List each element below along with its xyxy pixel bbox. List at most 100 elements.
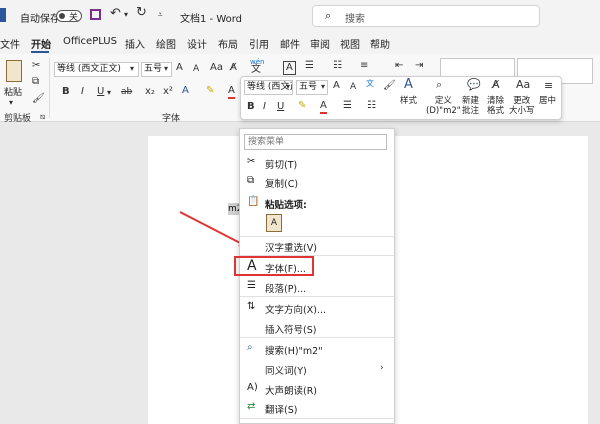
mini-font-size-dropdown-icon[interactable]: ▾ [321,81,325,93]
customize-quick-access-icon[interactable]: ⩡ [158,9,163,21]
word-logo-icon [0,8,6,22]
menu-item-cut[interactable]: 剪切(T) [265,157,297,171]
undo-icon[interactable]: ↶ [110,7,121,20]
mini-new-comment-icon[interactable]: 💬 [467,79,481,91]
underline-dropdown-icon[interactable]: ▾ [107,87,111,99]
mini-center-icon[interactable]: ≡ [544,80,553,92]
mini-bold-button[interactable]: B [247,101,255,113]
italic-button[interactable]: I [81,86,84,98]
bold-button[interactable]: B [62,86,70,98]
mini-styles-label[interactable]: 样式 [400,96,417,106]
font-name-dropdown-icon[interactable]: ▾ [130,63,134,75]
increase-indent-icon[interactable]: ⇥ [415,60,423,72]
phonetic-guide-char[interactable]: 文 [251,64,261,76]
chevron-right-icon: › [380,363,384,373]
paste-dropdown-icon[interactable]: ▾ [9,97,13,109]
menu-item-paragraph[interactable]: 段落(P)... [265,281,306,295]
menu-item-synonyms[interactable]: 同义词(Y) [265,363,307,377]
autosave-state: 关 [69,13,79,23]
redo-icon[interactable]: ↻ [136,6,147,19]
tab-view[interactable]: 视图 [340,36,360,51]
menu-separator [240,337,394,338]
numbering-icon[interactable]: ☷ [333,60,342,72]
superscript-button[interactable]: x² [163,86,173,98]
mini-clear-format-label[interactable]: 清除 格式 [487,96,504,116]
menu-item-search[interactable]: 搜索(H)"m2" [265,343,323,357]
mini-clear-format-icon[interactable]: A̸ [492,79,500,91]
tab-home[interactable]: 开始 [31,36,51,51]
mini-shrink-font-icon[interactable]: A [350,81,356,93]
change-case-icon[interactable]: Aa [210,62,223,74]
tab-file[interactable]: 文件 [0,36,20,51]
ribbon-divider [49,58,50,118]
underline-button[interactable]: U [97,86,104,98]
translate-icon: ⇄ [247,401,256,412]
mini-grow-font-icon[interactable]: A [333,80,340,92]
tab-review[interactable]: 审阅 [310,36,330,51]
tab-insert[interactable]: 插入 [125,36,145,51]
mini-change-case-label[interactable]: 更改 大小写 [509,96,535,116]
mini-new-comment-label[interactable]: 新建 批注 [462,96,479,116]
annotation-highlight-box [234,256,314,276]
mini-bullets-icon[interactable]: ☰ [343,100,352,112]
font-size-dropdown-icon[interactable]: ▾ [164,63,168,75]
mini-format-painter-icon[interactable]: 🖌 [383,80,396,92]
cut-icon[interactable]: ✂ [32,60,40,72]
tab-references[interactable]: 引用 [249,36,269,51]
mini-define-icon[interactable]: ⌕ [436,79,442,91]
menu-search-input[interactable]: 搜索菜单 [244,134,387,150]
bullets-icon[interactable]: ☰ [305,60,314,72]
grow-font-icon[interactable]: A [176,62,183,74]
font-name-combo[interactable]: 等线 (西文正文) [54,62,139,77]
text-effects-icon[interactable]: A [182,85,189,97]
strikethrough-button[interactable]: ab [121,86,132,98]
search-box[interactable]: ⌕ 搜索 [312,5,540,27]
mini-center-label[interactable]: 居中 [539,96,556,106]
highlight-color-icon[interactable]: ✎ [206,85,214,97]
mini-font-name-dropdown-icon[interactable]: ▾ [286,81,290,93]
mini-styles-icon[interactable]: A [404,78,413,91]
font-color-icon[interactable]: A [228,85,235,99]
menu-item-translate[interactable]: 翻译(S) [265,402,297,416]
active-tab-indicator [31,51,49,53]
multilevel-list-icon[interactable]: ≡ [360,60,368,72]
tab-draw[interactable]: 绘图 [156,36,176,51]
tab-layout[interactable]: 布局 [218,36,238,51]
copy-icon[interactable]: ⧉ [32,76,39,88]
mini-font-color-icon[interactable]: A [320,100,327,114]
read-aloud-icon: A) [247,382,258,393]
copy-icon: ⧉ [247,175,255,186]
menu-item-hanzi-reselect[interactable]: 汉字重选(V) [265,240,317,254]
cut-icon: ✂ [247,156,256,167]
format-painter-icon[interactable]: 🖌 [32,93,45,105]
document-title: 文档1 - Word [180,14,243,25]
mini-numbering-icon[interactable]: ☷ [367,100,376,112]
tab-design[interactable]: 设计 [187,36,207,51]
clear-formatting-icon[interactable]: A̸ [230,62,237,74]
undo-dropdown-icon[interactable]: ▾ [124,9,128,21]
tab-mailings[interactable]: 邮件 [280,36,300,51]
mini-define-label[interactable]: 定义 (D)"m2" [426,96,461,116]
shrink-font-icon[interactable]: A [193,63,199,75]
tab-officeplus[interactable]: OfficePLUS [63,36,117,47]
mini-highlight-icon[interactable]: ✎ [298,100,306,112]
ribbon-tabs: 文件 开始 OfficePLUS 插入 绘图 设计 布局 引用 邮件 审阅 视图… [0,32,600,54]
mini-italic-button[interactable]: I [263,101,266,113]
context-menu [239,128,395,424]
search-placeholder: 搜索 [345,14,365,25]
menu-item-copy[interactable]: 复制(C) [265,176,298,190]
paste-icon[interactable] [6,60,22,82]
menu-separator [240,296,394,297]
subscript-button[interactable]: x₂ [145,86,155,98]
mini-change-case-icon[interactable]: Aa [516,79,530,91]
menu-item-read-aloud[interactable]: 大声朗读(R) [265,383,317,397]
menu-item-insert-symbol[interactable]: 插入符号(S) [265,322,316,336]
character-border-icon[interactable]: A [283,61,296,75]
mini-phonetic-icon[interactable]: 文 [366,78,374,90]
mini-underline-button[interactable]: U [277,101,284,113]
menu-item-text-direction[interactable]: 文字方向(X)... [265,302,326,316]
paste-keep-text-only-icon[interactable]: A [266,214,282,232]
decrease-indent-icon[interactable]: ⇤ [395,60,403,72]
tab-help[interactable]: 帮助 [370,36,390,51]
save-icon[interactable] [90,9,101,20]
